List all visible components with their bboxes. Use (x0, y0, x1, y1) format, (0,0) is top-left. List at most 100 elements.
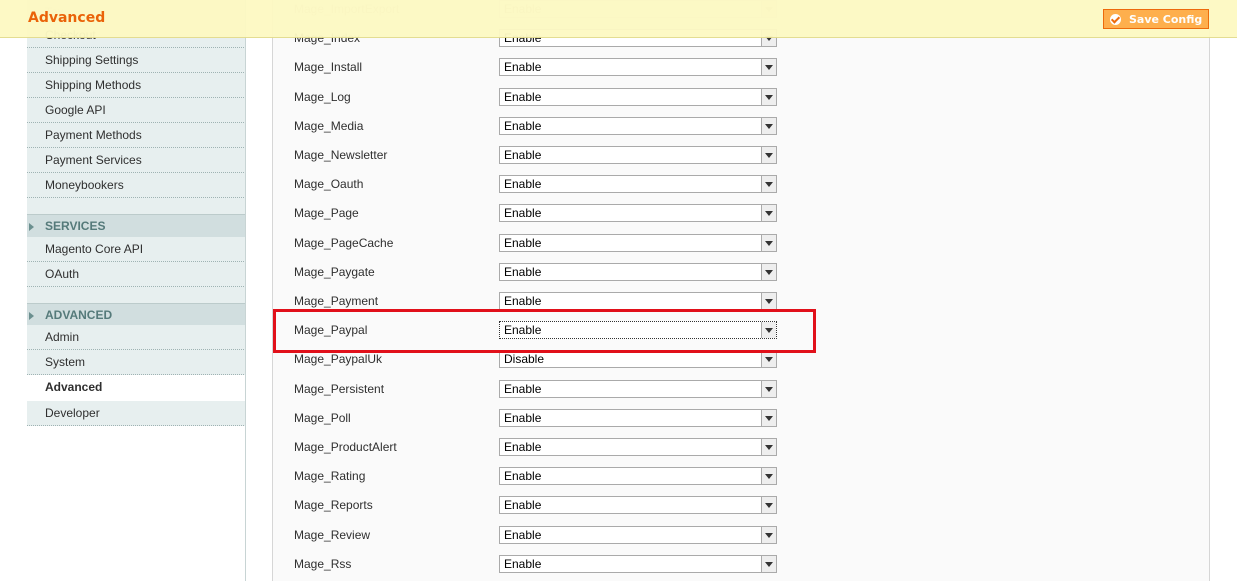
sidebar-item-oauth[interactable]: OAuth (27, 262, 246, 287)
module-row-mage-newsletter: Mage_Newsletter Enable (273, 141, 1209, 170)
module-label: Mage_Log (294, 90, 351, 104)
module-output-select[interactable]: Enable (499, 175, 777, 193)
module-output-select[interactable]: Enable (499, 117, 777, 135)
sidebar-item-shipping-settings[interactable]: Shipping Settings (27, 48, 246, 73)
config-sidebar: TaxCheckoutShipping SettingsShipping Met… (27, 0, 246, 581)
page-header-bar: Advanced Save Config (0, 0, 1237, 38)
module-label: Mage_ProductAlert (294, 440, 397, 454)
select-value: Enable (504, 557, 542, 571)
module-settings-panel: Mage_ImportExportEnableMage_IndexEnableM… (272, 0, 1210, 581)
sidebar-section-advanced[interactable]: ADVANCED (27, 303, 246, 327)
module-row-mage-media: Mage_Media Enable (273, 112, 1209, 141)
sidebar-spacer (27, 287, 246, 303)
sidebar-section-advanced-label: ADVANCED (45, 308, 113, 322)
select-value: Enable (504, 206, 542, 220)
module-label: Mage_Install (294, 60, 363, 74)
module-output-select[interactable]: Enable (499, 555, 777, 573)
select-value: Enable (504, 148, 542, 162)
sidebar-item-payment-methods[interactable]: Payment Methods (27, 123, 246, 148)
dropdown-arrow-icon[interactable] (761, 293, 776, 309)
dropdown-arrow-icon[interactable] (761, 235, 776, 251)
module-output-select[interactable]: Enable (499, 58, 777, 76)
select-value: Enable (504, 177, 542, 191)
dropdown-arrow-icon[interactable] (761, 410, 776, 426)
sidebar-section-services[interactable]: SERVICES (27, 214, 246, 238)
sidebar-item-shipping-methods[interactable]: Shipping Methods (27, 73, 246, 98)
dropdown-arrow-icon[interactable] (761, 439, 776, 455)
module-output-select[interactable]: Enable (499, 204, 777, 222)
dropdown-arrow-icon[interactable] (761, 381, 776, 397)
module-label: Mage_Media (294, 119, 364, 133)
dropdown-arrow-icon[interactable] (761, 147, 776, 163)
dropdown-arrow-icon[interactable] (761, 59, 776, 75)
module-row-mage-install: Mage_Install Enable (273, 53, 1209, 82)
sidebar-item-system[interactable]: System (27, 350, 246, 375)
highlight-annotation (273, 309, 816, 353)
module-output-select[interactable]: Enable (499, 292, 777, 310)
module-row-mage-rss: Mage_Rss Enable (273, 550, 1209, 579)
save-config-button[interactable]: Save Config (1103, 9, 1209, 29)
dropdown-arrow-icon[interactable] (761, 556, 776, 572)
sidebar-item-moneybookers[interactable]: Moneybookers (27, 173, 246, 198)
select-value: Enable (504, 294, 542, 308)
dropdown-arrow-icon[interactable] (761, 264, 776, 280)
select-value: Enable (504, 382, 542, 396)
dropdown-arrow-icon[interactable] (761, 351, 776, 367)
page-title: Advanced (28, 10, 106, 26)
select-value: Enable (504, 119, 542, 133)
module-label: Mage_Rating (294, 469, 366, 483)
dropdown-arrow-icon[interactable] (761, 527, 776, 543)
dropdown-arrow-icon[interactable] (761, 205, 776, 221)
module-row-mage-review: Mage_Review Enable (273, 521, 1209, 550)
module-row-mage-persistent: Mage_Persistent Enable (273, 375, 1209, 404)
module-output-select[interactable]: Enable (499, 467, 777, 485)
sidebar-section-services-label: SERVICES (45, 219, 106, 233)
sidebar-item-google-api[interactable]: Google API (27, 98, 246, 123)
module-output-select[interactable]: Enable (499, 263, 777, 281)
module-output-select[interactable]: Enable (499, 234, 777, 252)
select-value: Enable (504, 469, 542, 483)
select-value: Enable (504, 411, 542, 425)
select-value: Enable (504, 440, 542, 454)
module-output-select[interactable]: Enable (499, 88, 777, 106)
sidebar-item-advanced[interactable]: Advanced (27, 375, 246, 400)
module-output-select[interactable]: Enable (499, 496, 777, 514)
module-output-select[interactable]: Enable (499, 409, 777, 427)
module-label: Mage_Rss (294, 557, 352, 571)
sidebar-item-developer[interactable]: Developer (27, 401, 246, 426)
module-row-mage-poll: Mage_Poll Enable (273, 404, 1209, 433)
sidebar-item-payment-services[interactable]: Payment Services (27, 148, 246, 173)
dropdown-arrow-icon[interactable] (761, 176, 776, 192)
select-value: Enable (504, 265, 542, 279)
dropdown-arrow-icon[interactable] (761, 468, 776, 484)
module-label: Mage_Poll (294, 411, 351, 425)
module-label: Mage_Reports (294, 498, 373, 512)
module-label: Mage_Oauth (294, 177, 364, 191)
checkmark-icon (1110, 13, 1121, 25)
sidebar-item-magento-core-api[interactable]: Magento Core API (27, 237, 246, 262)
dropdown-arrow-icon[interactable] (761, 118, 776, 134)
sidebar-divider (245, 0, 246, 581)
module-output-select[interactable]: Enable (499, 526, 777, 544)
select-value: Disable (504, 352, 545, 366)
module-row-mage-page: Mage_Page Enable (273, 199, 1209, 228)
module-label: Mage_Newsletter (294, 148, 388, 162)
module-row-mage-oauth: Mage_Oauth Enable (273, 170, 1209, 199)
save-config-label: Save Config (1129, 12, 1203, 26)
select-value: Enable (504, 60, 542, 74)
select-value: Enable (504, 498, 542, 512)
select-value: Enable (504, 528, 542, 542)
dropdown-arrow-icon[interactable] (761, 497, 776, 513)
select-value: Enable (504, 236, 542, 250)
module-output-select[interactable]: Enable (499, 146, 777, 164)
module-label: Mage_PageCache (294, 236, 394, 250)
sidebar-item-admin[interactable]: Admin (27, 325, 246, 350)
module-row-mage-reports: Mage_Reports Enable (273, 491, 1209, 520)
module-label: Mage_Paygate (294, 265, 375, 279)
module-row-mage-pagecache: Mage_PageCache Enable (273, 229, 1209, 258)
dropdown-arrow-icon[interactable] (761, 89, 776, 105)
module-label: Mage_Review (294, 528, 371, 542)
module-output-select[interactable]: Enable (499, 438, 777, 456)
select-value: Enable (504, 90, 542, 104)
module-output-select[interactable]: Enable (499, 380, 777, 398)
